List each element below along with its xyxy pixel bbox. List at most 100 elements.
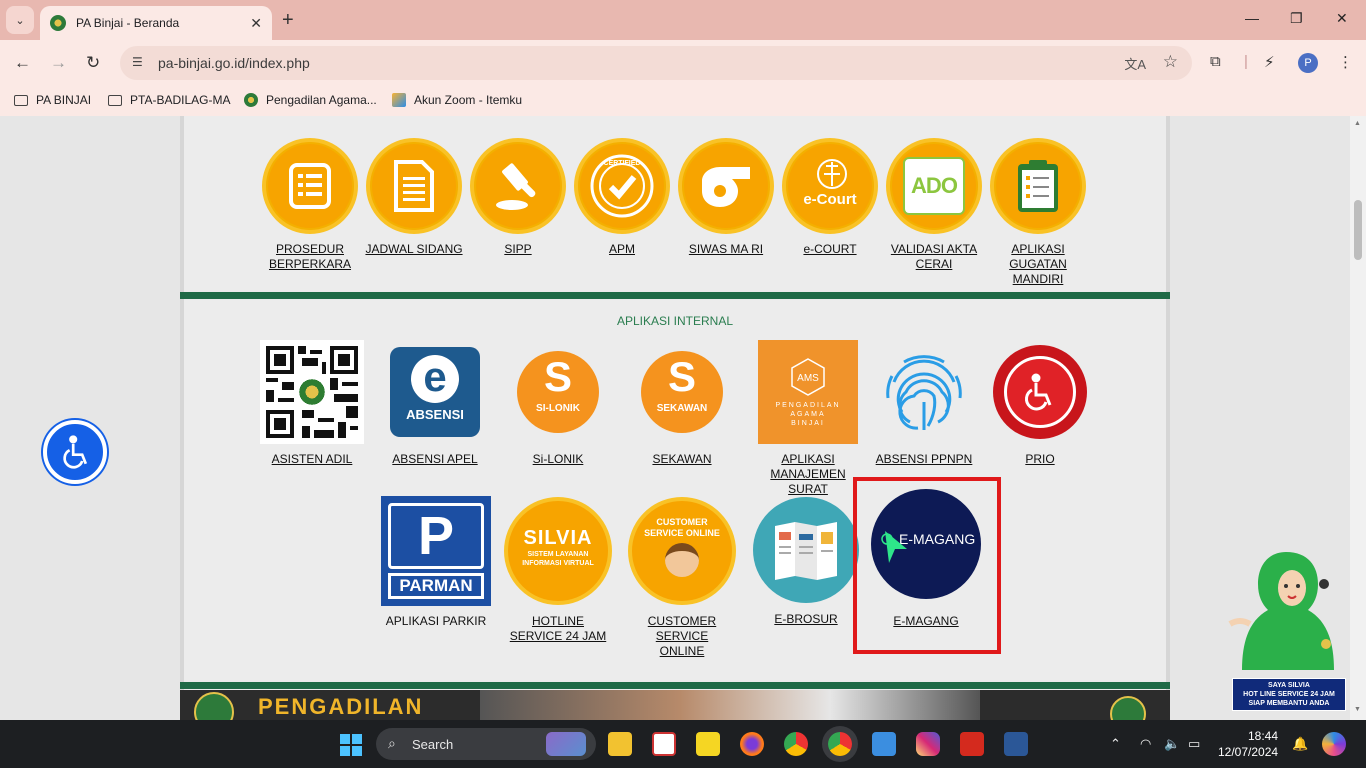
app-label[interactable]: APLIKASI GUGATAN MANDIRI <box>988 242 1088 287</box>
snipping-tool-icon[interactable] <box>652 732 676 756</box>
app-asisten-adil[interactable]: ASISTEN ADIL <box>256 340 368 467</box>
app-manajemen-surat[interactable]: AMS PENGADILAN AGAMA BINJAI APLIKASI MAN… <box>750 340 866 497</box>
firefox-icon[interactable] <box>740 732 764 756</box>
acrobat-icon[interactable] <box>960 732 984 756</box>
bookmark-item[interactable]: PTA-BADILAG-MA <box>108 93 230 107</box>
app-ecourt[interactable]: e-Court e-COURT <box>780 138 880 257</box>
menu-kebab-icon[interactable]: ⋮ <box>1338 53 1353 71</box>
app-prio[interactable]: PRIO <box>988 340 1092 467</box>
chrome-profile-icon[interactable] <box>828 732 852 756</box>
notepad-icon[interactable] <box>872 732 896 756</box>
volume-icon[interactable]: 🔈 <box>1164 736 1180 752</box>
app-label[interactable]: SIWAS MA RI <box>676 242 776 257</box>
app-label[interactable]: CUSTOMER SERVICE ONLINE <box>620 614 744 659</box>
tab-strip: ⌄ PA Binjai - Beranda ✕ + — ❐ ✕ <box>0 0 1366 40</box>
app-label[interactable]: E-BROSUR <box>752 612 860 627</box>
chrome-icon[interactable] <box>784 732 808 756</box>
app-label[interactable]: ABSENSI PPNPN <box>872 452 976 467</box>
tab-active[interactable]: PA Binjai - Beranda ✕ <box>40 6 272 40</box>
browser-toolbar: ← → ↻ ☰ pa-binjai.go.id/index.php 文A ☆ ⧉… <box>0 40 1366 86</box>
app-label[interactable]: Si-LONIK <box>506 452 610 467</box>
minimize-button[interactable]: — <box>1245 10 1259 26</box>
extensions-icon[interactable]: ⧉ <box>1210 53 1221 70</box>
list-icon <box>262 138 358 234</box>
page-viewport: PROSEDUR BERPERKARA JADWAL SIDANG SIPP C… <box>0 116 1366 720</box>
ado-icon: ADO <box>886 138 982 234</box>
bookmarks-bar: PA BINJAI PTA-BADILAG-MA Pengadilan Agam… <box>0 86 1366 116</box>
url-text[interactable]: pa-binjai.go.id/index.php <box>158 55 310 71</box>
app-prosedur-berperkara[interactable]: PROSEDUR BERPERKARA <box>260 138 360 272</box>
notification-bell-icon[interactable]: 🔔 <box>1292 736 1308 752</box>
banner-photo <box>480 690 980 720</box>
app-label[interactable]: SIPP <box>468 242 568 257</box>
app-gugatan-mandiri[interactable]: APLIKASI GUGATAN MANDIRI <box>988 138 1088 287</box>
app-label[interactable]: ASISTEN ADIL <box>256 452 368 467</box>
copilot-icon[interactable] <box>1322 732 1346 756</box>
app-sipp[interactable]: SIPP <box>468 138 568 257</box>
taskbar-search[interactable]: ⌕ Search <box>376 728 596 760</box>
accessibility-button[interactable] <box>43 420 107 484</box>
svg-text:AMS: AMS <box>797 373 819 384</box>
app-parkir[interactable]: P PARMAN APLIKASI PARKIR <box>380 496 492 629</box>
app-si-lonik[interactable]: S SI-LONIK Si-LONIK <box>506 340 610 467</box>
tray-overflow-icon[interactable]: ⌃ <box>1110 736 1121 752</box>
profile-avatar[interactable]: P <box>1298 53 1318 73</box>
bookmark-star-icon[interactable]: ☆ <box>1163 52 1178 72</box>
battery-icon[interactable]: ▭ <box>1188 736 1200 752</box>
app-label[interactable]: APM <box>572 242 672 257</box>
app-sekawan[interactable]: S SEKAWAN SEKAWAN <box>630 340 734 467</box>
forward-button[interactable]: → <box>50 53 67 73</box>
silonik-icon: S SI-LONIK <box>506 340 610 444</box>
app-label[interactable]: PROSEDUR BERPERKARA <box>260 242 360 272</box>
app-label[interactable]: SEKAWAN <box>630 452 734 467</box>
scroll-up-icon[interactable]: ▲ <box>1354 120 1361 127</box>
app-jadwal-sidang[interactable]: JADWAL SIDANG <box>364 138 464 257</box>
reload-button[interactable]: ↻ <box>86 53 100 73</box>
certified-icon: CERTIFIED <box>574 138 670 234</box>
app-e-brosur[interactable]: E-BROSUR <box>752 496 860 627</box>
tab-title: PA Binjai - Beranda <box>76 16 180 30</box>
new-tab-button[interactable]: + <box>282 9 294 32</box>
app-label[interactable]: VALIDASI AKTA CERAI <box>884 242 984 272</box>
app-label[interactable]: APLIKASI MANAJEMEN SURAT <box>750 452 866 497</box>
scroll-down-icon[interactable]: ▼ <box>1354 706 1361 713</box>
bookmark-item[interactable]: PA BINJAI <box>14 93 91 107</box>
site-favicon-icon <box>50 15 66 31</box>
maximize-button[interactable]: ❐ <box>1290 10 1303 27</box>
silvia-mascot[interactable]: SAYA SILVIA HOT LINE SERVICE 24 JAM SIAP… <box>1228 548 1348 711</box>
tab-close-icon[interactable]: ✕ <box>250 15 262 32</box>
word-icon[interactable] <box>1004 732 1028 756</box>
bookmark-item[interactable]: Pengadilan Agama... <box>244 93 377 107</box>
address-bar[interactable]: ☰ pa-binjai.go.id/index.php 文A ☆ <box>120 46 1192 80</box>
app-absensi-ppnpn[interactable]: ABSENSI PPNPN <box>872 340 976 467</box>
itemku-icon <box>392 93 406 107</box>
close-window-button[interactable]: ✕ <box>1336 10 1348 27</box>
wifi-icon[interactable]: ◠ <box>1140 736 1151 752</box>
site-info-icon[interactable]: ☰ <box>132 55 148 71</box>
app-label[interactable]: PRIO <box>988 452 1092 467</box>
app-label[interactable]: JADWAL SIDANG <box>364 242 464 257</box>
taskbar-clock[interactable]: 18:44 12/07/2024 <box>1218 728 1278 760</box>
sticky-notes-icon[interactable] <box>696 732 720 756</box>
app-label[interactable]: HOTLINE SERVICE 24 JAM <box>500 614 616 644</box>
bookmark-item[interactable]: Akun Zoom - Itemku <box>392 93 522 107</box>
file-explorer-icon[interactable] <box>608 732 632 756</box>
instagram-icon[interactable] <box>916 732 940 756</box>
tab-search-button[interactable]: ⌄ <box>6 6 34 34</box>
back-button[interactable]: ← <box>14 53 31 73</box>
app-label[interactable]: APLIKASI PARKIR <box>380 614 492 629</box>
app-customer-service[interactable]: CUSTOMER SERVICE ONLINE CUSTOMER SERVICE… <box>620 496 744 659</box>
app-apm[interactable]: CERTIFIED APM <box>572 138 672 257</box>
scrollbar-thumb[interactable] <box>1354 200 1362 260</box>
translate-icon[interactable]: 文A <box>1124 54 1146 73</box>
performance-icon[interactable]: ⚡ <box>1264 53 1275 71</box>
page-scrollbar[interactable]: ▲ ▼ <box>1350 116 1366 720</box>
app-absensi-apel[interactable]: e ABSENSI ABSENSI APEL <box>380 340 490 467</box>
start-button[interactable] <box>340 734 362 756</box>
app-siwas[interactable]: SIWAS MA RI <box>676 138 776 257</box>
app-validasi-akta-cerai[interactable]: ADO VALIDASI AKTA CERAI <box>884 138 984 272</box>
app-label[interactable]: e-COURT <box>780 242 880 257</box>
app-hotline-silvia[interactable]: SILVIA SISTEM LAYANAN INFORMASI VIRTUAL … <box>500 496 616 644</box>
folder-icon <box>108 94 122 106</box>
app-label[interactable]: ABSENSI APEL <box>380 452 490 467</box>
